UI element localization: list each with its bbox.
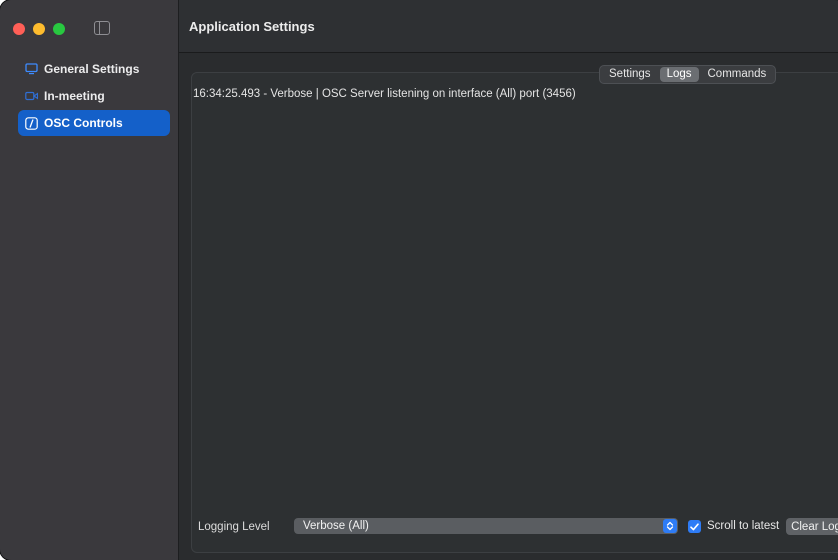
monitor-icon xyxy=(24,62,38,76)
app-window: General Settings In-meeting OSC Controls… xyxy=(0,0,838,560)
zoom-window-button[interactable] xyxy=(53,23,65,35)
tab-settings[interactable]: Settings xyxy=(602,67,658,82)
sidebar-item-label: In-meeting xyxy=(44,89,105,103)
scroll-to-latest-label: Scroll to latest xyxy=(707,520,780,532)
logging-level-select[interactable]: Verbose (All) xyxy=(294,518,678,534)
sidebar-item-osc-controls[interactable]: OSC Controls xyxy=(18,110,170,136)
sidebar-item-label: OSC Controls xyxy=(44,116,123,130)
slash-square-icon xyxy=(24,116,38,130)
chevron-up-down-icon xyxy=(663,519,677,533)
scroll-to-latest-checkbox[interactable] xyxy=(688,520,701,533)
clear-log-button[interactable]: Clear Log xyxy=(786,518,838,535)
sidebar-toggle-icon[interactable] xyxy=(94,21,110,35)
main-content: Application Settings Settings Logs Comma… xyxy=(179,0,838,560)
log-panel xyxy=(191,72,838,553)
log-entry: 16:34:25.493 - Verbose | OSC Server list… xyxy=(193,88,576,100)
sidebar-item-general-settings[interactable]: General Settings xyxy=(18,56,170,82)
title-bar: Application Settings xyxy=(179,0,838,53)
minimize-window-button[interactable] xyxy=(33,23,45,35)
checkmark-icon xyxy=(690,522,699,530)
close-window-button[interactable] xyxy=(13,23,25,35)
window-title: Application Settings xyxy=(189,18,315,34)
sidebar-item-in-meeting[interactable]: In-meeting xyxy=(18,83,170,109)
video-camera-icon xyxy=(24,89,38,103)
log-footer: Logging Level Verbose (All) Scroll to la… xyxy=(198,518,838,536)
tab-bar: Settings Logs Commands xyxy=(599,65,777,84)
sidebar: General Settings In-meeting OSC Controls xyxy=(0,0,179,560)
logging-level-label: Logging Level xyxy=(198,521,270,533)
tab-commands[interactable]: Commands xyxy=(701,67,774,82)
sidebar-nav: General Settings In-meeting OSC Controls xyxy=(18,56,170,137)
tab-logs[interactable]: Logs xyxy=(659,67,699,82)
logging-level-value: Verbose (All) xyxy=(303,520,369,532)
sidebar-item-label: General Settings xyxy=(44,62,140,76)
window-controls xyxy=(13,23,65,35)
